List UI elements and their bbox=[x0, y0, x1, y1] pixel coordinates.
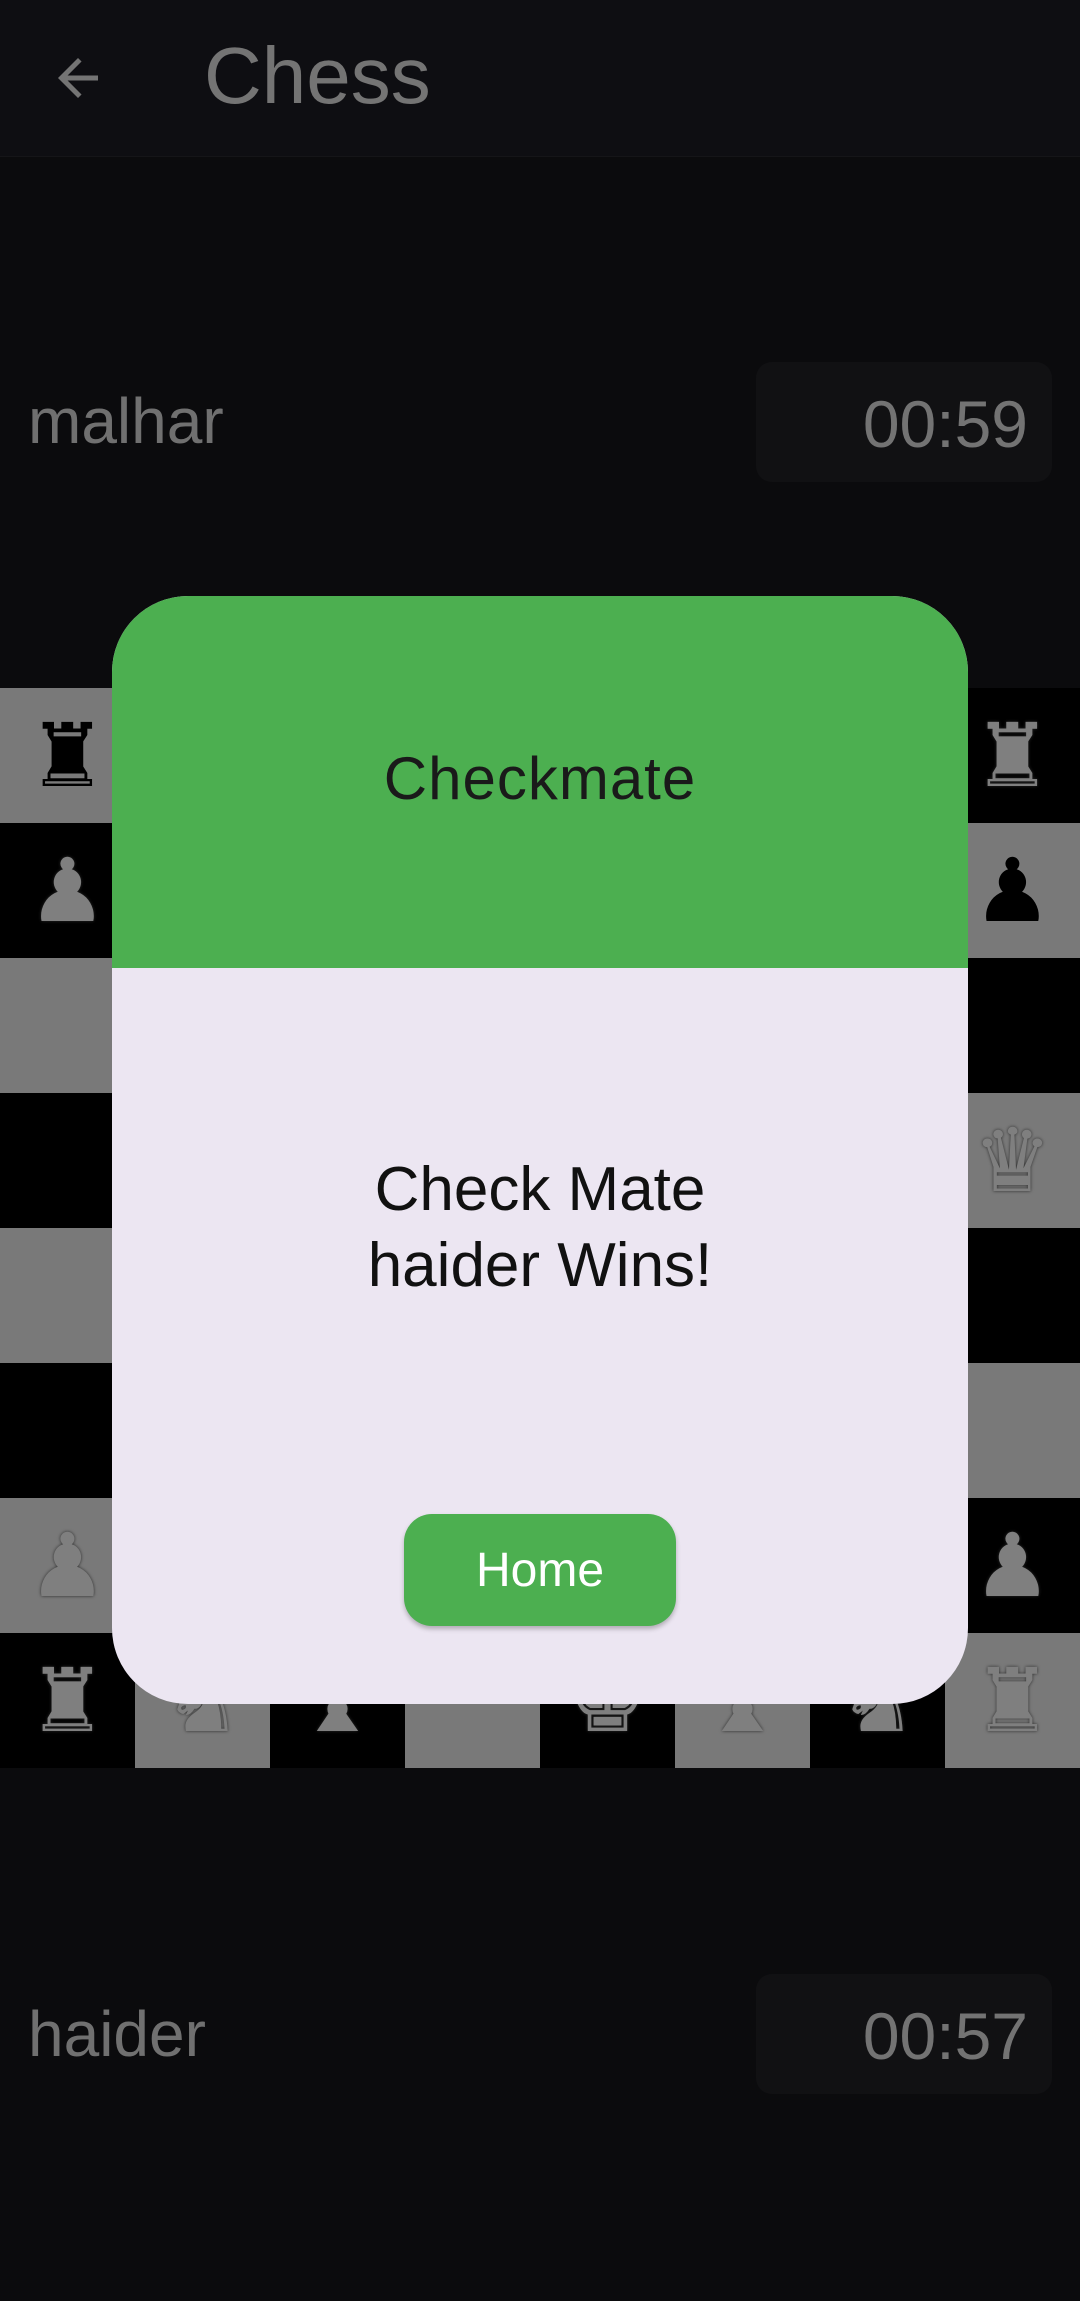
message-line-1: Check Mate bbox=[374, 1155, 706, 1224]
dialog-message: Check Mate haider Wins! bbox=[112, 1152, 968, 1304]
home-button[interactable]: Home bbox=[404, 1514, 676, 1626]
message-line-2: haider Wins! bbox=[367, 1231, 713, 1300]
dialog-title: Checkmate bbox=[383, 745, 697, 812]
checkmate-dialog: Checkmate Check Mate haider Wins! Home bbox=[112, 596, 968, 1704]
dialog-header: Checkmate bbox=[112, 596, 968, 968]
